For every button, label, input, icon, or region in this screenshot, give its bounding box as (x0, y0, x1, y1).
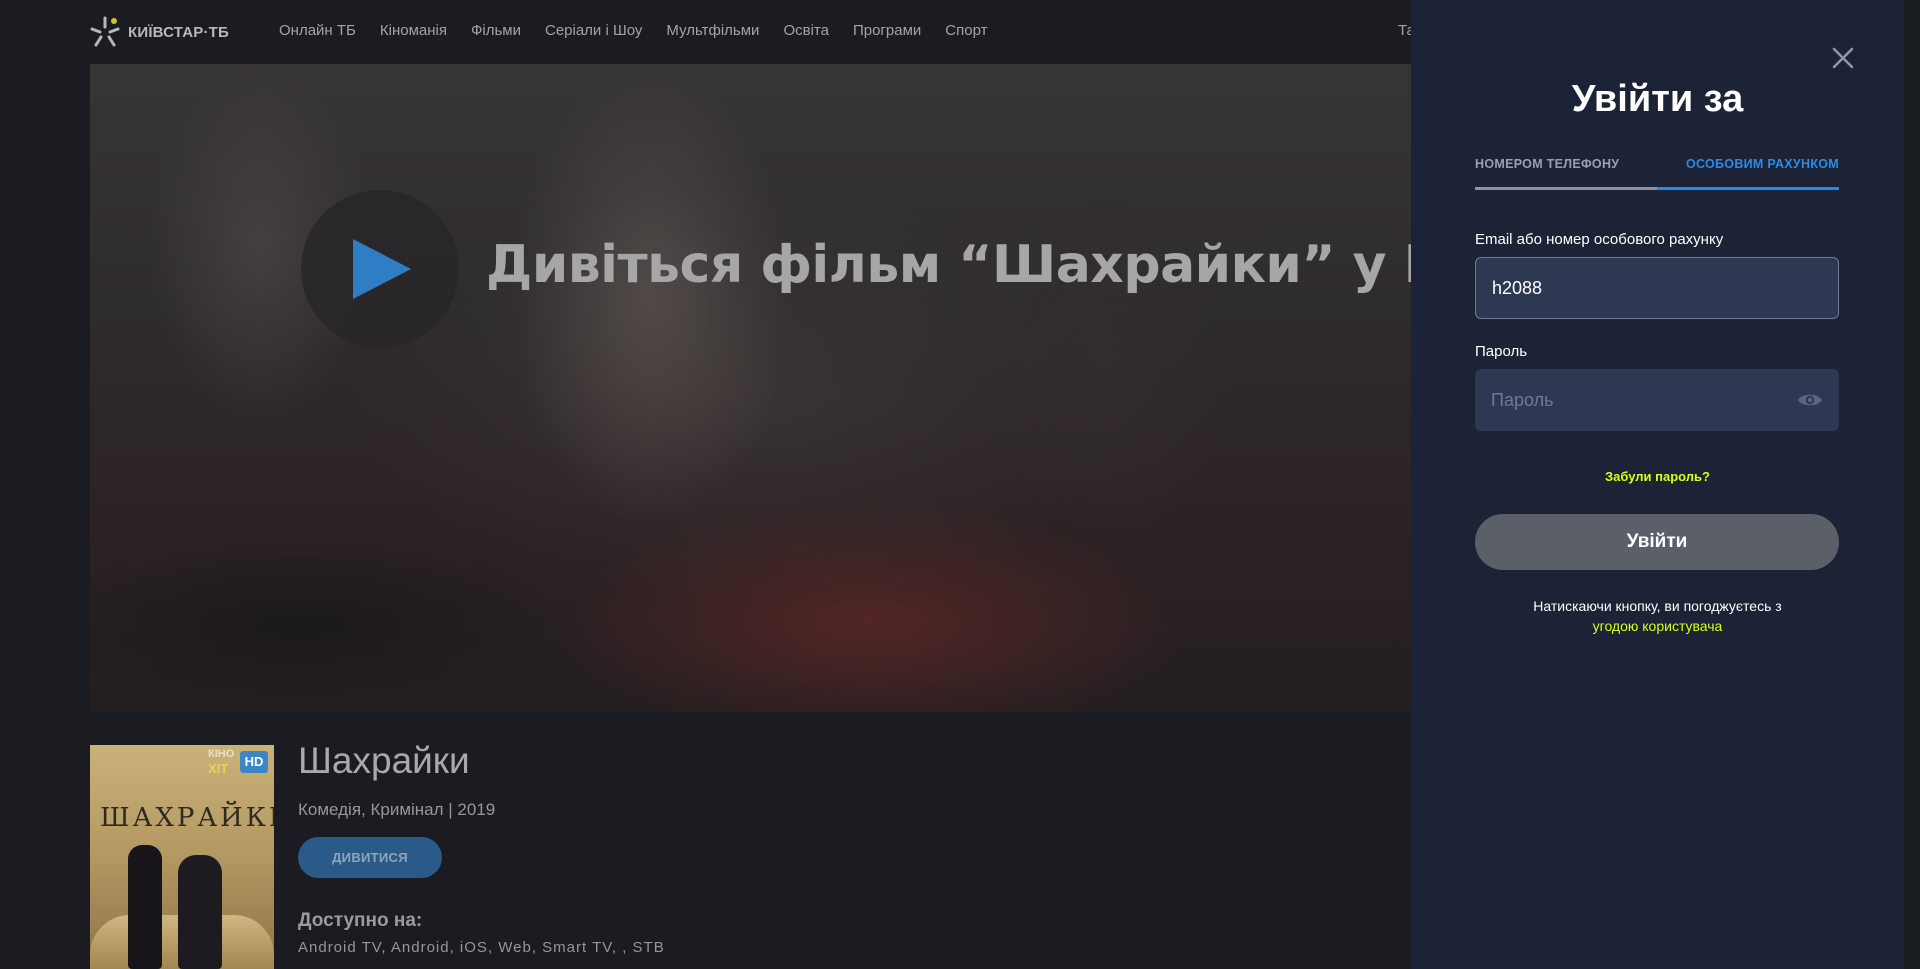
email-field-label: Email або номер особового рахунку (1475, 231, 1724, 248)
login-title: Увійти за (1571, 78, 1744, 120)
nav-item-education[interactable]: Освіта (783, 22, 829, 39)
email-field-value: h2088 (1492, 277, 1543, 298)
play-icon (353, 239, 411, 299)
available-on-platforms: Android TV, Android, iOS, Web, Smart TV,… (298, 939, 665, 956)
page-scrollbar[interactable] (1904, 0, 1920, 969)
hero-title: Дивіться фільм “Шахрайки” у HD (486, 235, 1412, 295)
tab-underline-active (1657, 187, 1839, 190)
hero-overlay (90, 64, 1412, 712)
user-agreement-link[interactable]: угодою користувача (1411, 618, 1904, 634)
main-menu: Онлайн ТБ Кіноманія Фільми Серіали і Шоу… (279, 22, 987, 39)
password-field[interactable]: Пароль (1475, 369, 1839, 431)
login-method-tabs: НОМЕРОМ ТЕЛЕФОНУ ОСОБОВИМ РАХУНКОМ (1475, 157, 1839, 191)
close-icon[interactable] (1829, 44, 1857, 72)
nav-item-online-tv[interactable]: Онлайн ТБ (279, 22, 356, 39)
play-button[interactable] (301, 190, 459, 348)
poster-badge-hit: ХІТ (208, 761, 229, 776)
movie-meta: Комедія, Кримінал | 2019 (298, 800, 496, 819)
tab-personal-account[interactable]: ОСОБОВИМ РАХУНКОМ (1686, 157, 1839, 171)
show-password-eye-icon[interactable] (1797, 390, 1823, 410)
agreement-text: Натискаючи кнопку, ви погоджуєтесь з (1533, 598, 1782, 614)
nav-item-sport[interactable]: Спорт (945, 22, 987, 39)
hero-banner: Дивіться фільм “Шахрайки” у HD (90, 64, 1412, 712)
watch-button[interactable]: ДИВИТИСЯ (298, 837, 442, 878)
poster-badge-kino: КІНО (208, 748, 235, 760)
available-on-label: Доступно на: (298, 910, 423, 931)
password-placeholder: Пароль (1491, 389, 1554, 410)
nav-item-programs[interactable]: Програми (853, 22, 921, 39)
poster-figure (128, 845, 162, 969)
poster-badge-hd: HD (240, 751, 268, 773)
star-logo-icon (88, 15, 122, 49)
poster-title: ШАХРАЙКИ (100, 803, 274, 833)
tab-underline-inactive (1475, 187, 1657, 190)
nav-item-cartoons[interactable]: Мультфільми (666, 22, 759, 39)
nav-item-series[interactable]: Серіали і Шоу (545, 22, 642, 39)
nav-item-films[interactable]: Фільми (471, 22, 521, 39)
forgot-password-link[interactable]: Забули пароль? (1411, 469, 1904, 484)
login-submit-button[interactable]: Увійти (1475, 514, 1839, 570)
nav-item-kinomania[interactable]: Кіноманія (380, 22, 447, 39)
logo-text: КИЇВСТАР·ТБ (128, 23, 229, 41)
login-panel: Увійти за НОМЕРОМ ТЕЛЕФОНУ ОСОБОВИМ РАХУ… (1411, 0, 1904, 969)
movie-title: Шахрайки (298, 740, 470, 781)
password-field-label: Пароль (1475, 343, 1528, 360)
movie-poster[interactable]: ШАХРАЙКИ КІНО ХІТ HD (90, 745, 274, 969)
logo[interactable]: КИЇВСТАР·ТБ (88, 16, 229, 48)
email-field[interactable]: h2088 (1475, 257, 1839, 319)
poster-figure (178, 855, 222, 969)
tab-phone-number[interactable]: НОМЕРОМ ТЕЛЕФОНУ (1475, 157, 1619, 171)
